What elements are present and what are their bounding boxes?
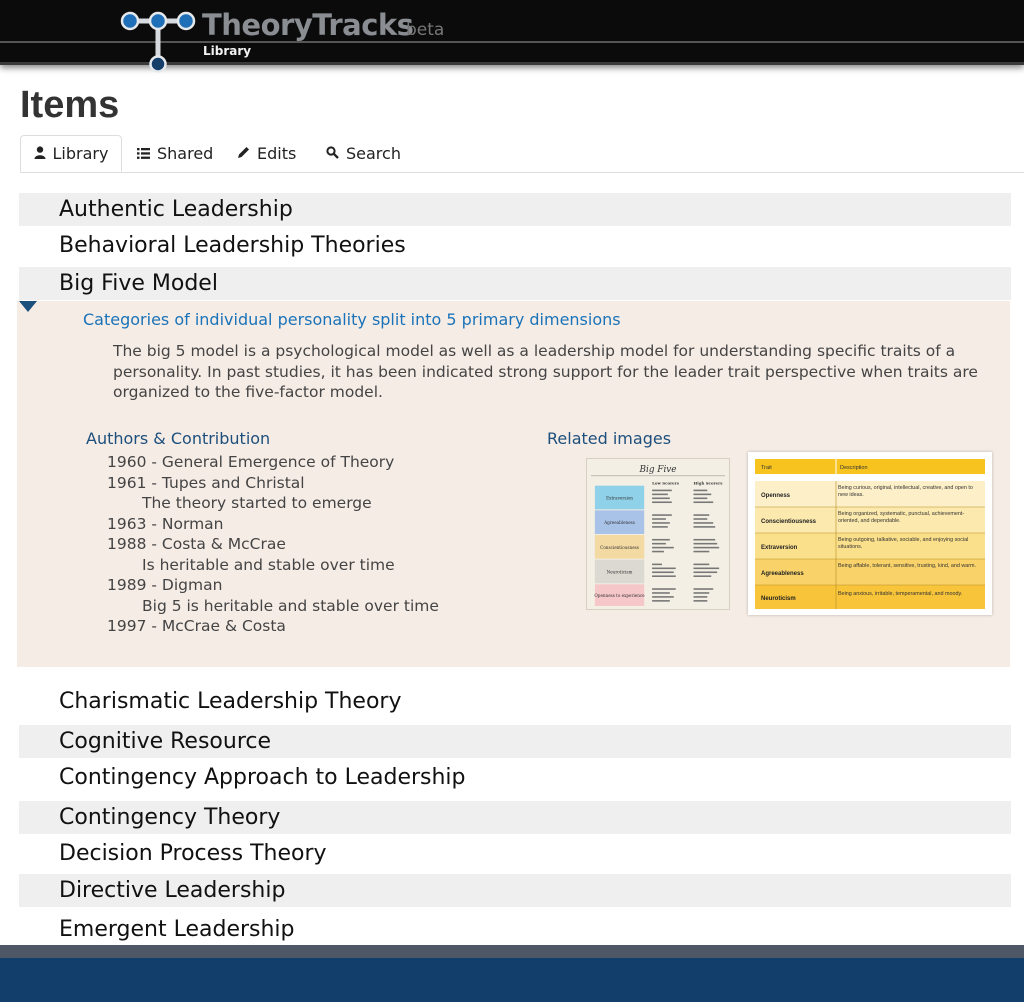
tab-edits-label: Edits — [257, 144, 297, 163]
list-item-contingency-theory[interactable]: Contingency Theory — [19, 801, 1011, 834]
trait-table-row-5-desc: Being anxious, irritable, temperamental,… — [838, 591, 963, 597]
brand-name[interactable]: TheoryTracks — [202, 8, 414, 42]
list-item-label: Behavioral Leadership Theories — [59, 233, 406, 258]
list-item-authentic-leadership[interactable]: Authentic Leadership — [19, 193, 1011, 226]
trait-table-row-4-desc: Being affable, tolerant, sensitive, trus… — [838, 563, 977, 569]
list-item-charismatic-leadership[interactable]: Charismatic Leadership Theory — [19, 685, 1011, 718]
authors-heading: Authors & Contribution — [86, 429, 271, 448]
collapse-arrow-icon[interactable] — [19, 301, 37, 312]
trait-table-row-4-trait: Agreeableness — [761, 571, 804, 577]
related-image-big-five-row-5: Openness to experience — [594, 593, 645, 598]
tab-bar: Library Shared Edits Search — [20, 135, 1024, 173]
contribution-line: 1961 - Tupes and Christal — [107, 473, 305, 492]
footer — [0, 958, 1024, 1002]
related-image-big-five-row-1: Extraversion — [606, 495, 633, 500]
trait-table-row-3-trait: Extraversion — [761, 545, 798, 551]
contribution-note: Is heritable and stable over time — [142, 555, 395, 574]
tab-library-label: Library — [52, 144, 109, 163]
contribution-note: Big 5 is heritable and stable over time — [142, 596, 439, 615]
list-item-label: Contingency Approach to Leadership — [59, 765, 466, 790]
item-description: The big 5 model is a psychological model… — [113, 342, 978, 401]
contribution-line: 1989 - Digman — [107, 576, 223, 594]
list-item-emergent-leadership[interactable]: Emergent Leadership — [19, 913, 1011, 946]
related-image-big-five-high-header: High Scorers — [694, 481, 724, 486]
list-item-label: Authentic Leadership — [59, 197, 293, 222]
related-image-big-five-row-4: Neuroticism — [607, 569, 633, 574]
footer-strip — [0, 945, 1024, 958]
user-icon — [34, 144, 46, 163]
tab-shared-label: Shared — [157, 144, 214, 163]
contribution-note: The theory started to emerge — [142, 494, 372, 512]
tab-library[interactable]: Library — [20, 135, 122, 172]
trait-table-description-header: Description — [840, 465, 868, 471]
tab-search-label: Search — [346, 144, 401, 163]
contribution-line: 1997 - McCrae & Costa — [107, 617, 286, 635]
list-item-directive-leadership[interactable]: Directive Leadership — [19, 874, 1011, 907]
trait-table-row-2-trait: Conscientiousness — [761, 519, 817, 525]
trait-table-row-5-trait: Neuroticism — [761, 596, 796, 602]
list-icon — [137, 144, 150, 163]
tab-shared[interactable]: Shared — [137, 135, 213, 172]
list-item-cognitive-resource[interactable]: Cognitive Resource — [19, 725, 1011, 758]
list-item-label: Directive Leadership — [59, 878, 286, 903]
page-title: Items — [20, 84, 120, 126]
related-image-trait-table[interactable]: Trait Description Openness Conscientious… — [748, 452, 992, 615]
tab-search[interactable]: Search — [326, 135, 401, 172]
list-item-big-five-model[interactable]: Big Five Model — [19, 267, 1011, 300]
related-images-heading: Related images — [547, 429, 672, 448]
contribution-line: 1960 - General Emergence of Theory — [107, 453, 395, 471]
trait-table-row-3-desc: Being outgoing, talkative, sociable, and… — [838, 537, 969, 550]
list-item-label: Contingency Theory — [59, 805, 281, 830]
contribution-line: 1963 - Norman — [107, 514, 224, 533]
related-image-big-five-title: Big Five — [638, 465, 676, 475]
list-item-label: Decision Process Theory — [59, 841, 327, 866]
section-label[interactable]: Library — [203, 44, 251, 58]
related-image-big-five-low-header: Low Scorers — [652, 481, 680, 486]
contribution-list: 1960 - General Emergence of Theory 1961 … — [107, 452, 527, 637]
related-image-big-five-row-2: Agreeableness — [603, 520, 635, 525]
related-image-big-five[interactable]: Big Five Low Scorers High Scorers Extrav… — [586, 458, 730, 610]
trait-table-row-1-desc: Being curious, original, intellectual, c… — [838, 485, 973, 498]
related-image-big-five-row-3: Conscientiousness — [600, 545, 639, 550]
item-summary: Categories of individual personality spl… — [83, 310, 621, 329]
list-item-label: Charismatic Leadership Theory — [59, 689, 402, 714]
beta-label: beta — [406, 20, 445, 40]
trait-table-trait-header: Trait — [761, 465, 772, 471]
search-icon — [326, 144, 339, 163]
list-item-behavioral-leadership[interactable]: Behavioral Leadership Theories — [19, 229, 1011, 262]
list-item-label: Cognitive Resource — [59, 729, 272, 754]
trait-table-row-2-desc: Being organized, systematic, punctual, a… — [838, 511, 965, 524]
logo-icon[interactable] — [120, 8, 200, 74]
list-item-contingency-approach[interactable]: Contingency Approach to Leadership — [19, 761, 1011, 794]
tab-edits[interactable]: Edits — [237, 135, 296, 172]
related-image-big-five-rows: Extraversion Agreeableness Conscientious… — [594, 485, 645, 606]
pencil-icon — [237, 144, 250, 163]
trait-table-row-1-trait: Openness — [761, 493, 791, 499]
list-item-label: Emergent Leadership — [59, 917, 295, 942]
contribution-line: 1988 - Costa & McCrae — [107, 535, 286, 553]
list-item-decision-process[interactable]: Decision Process Theory — [19, 837, 1011, 870]
list-item-label: Big Five Model — [59, 271, 218, 296]
